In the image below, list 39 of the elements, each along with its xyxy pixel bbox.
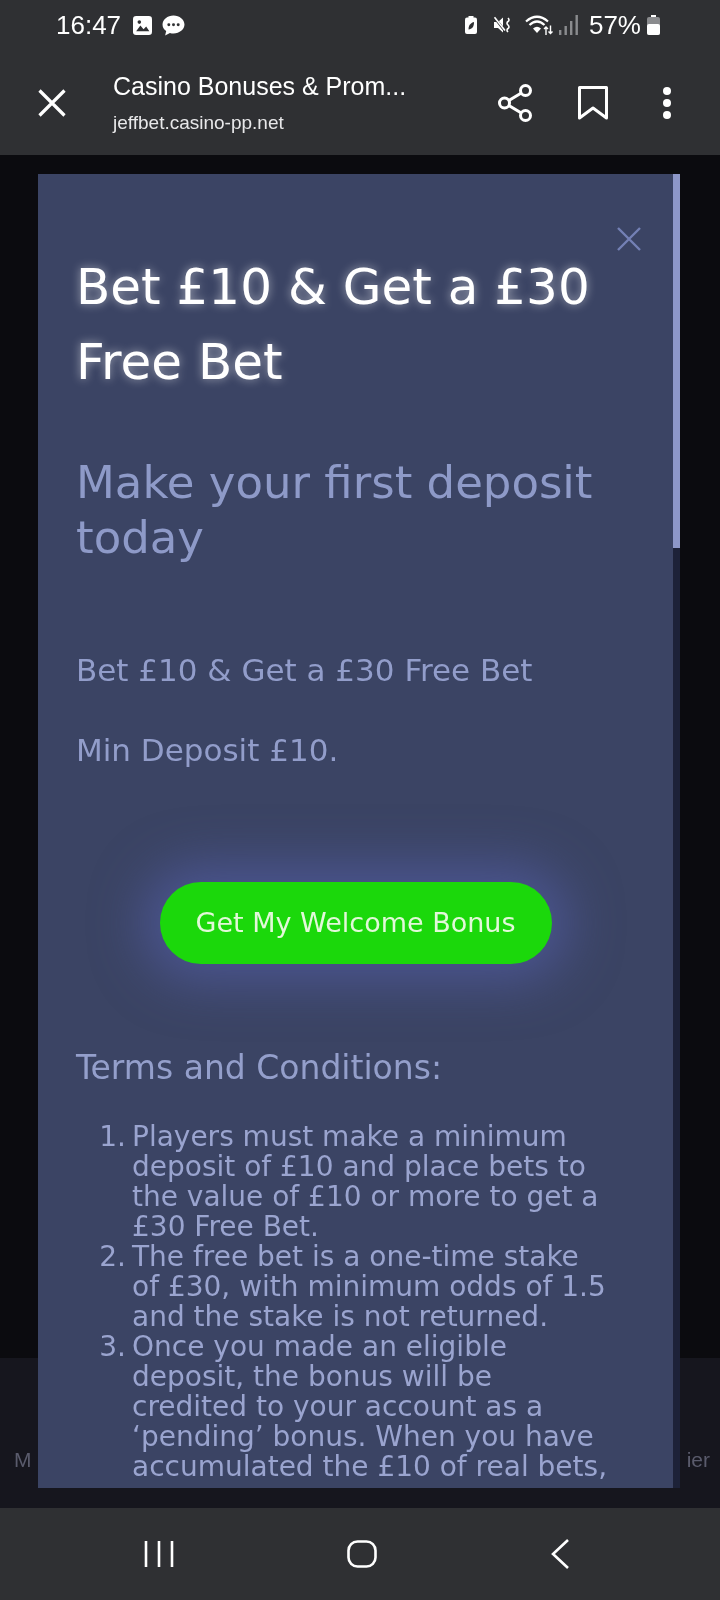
status-time: 16:47 xyxy=(56,10,122,40)
home-button[interactable] xyxy=(347,1540,377,1568)
more-options-icon xyxy=(662,86,672,119)
share-button[interactable] xyxy=(497,83,533,122)
page-title: Casino Bonuses & Prom... xyxy=(113,70,408,101)
back-button[interactable] xyxy=(550,1539,570,1569)
battery-icon xyxy=(647,15,660,35)
mute-vibrate-icon xyxy=(492,16,513,34)
recent-apps-button[interactable] xyxy=(144,1540,174,1568)
terms-heading: Terms and Conditions: xyxy=(76,1047,444,1089)
terms-item: Players must make a minimum deposit of £10 and place bets to the value of £10 or more to get a £30 Free Bet. xyxy=(132,1122,600,1242)
offer-text: Bet £10 & Get a £30 Free Bet xyxy=(76,651,534,690)
battery-percent: 57% xyxy=(588,10,641,40)
footer-text: ier xyxy=(686,1447,710,1473)
bookmark-button[interactable] xyxy=(578,85,608,120)
chat-bubble-icon xyxy=(162,14,186,36)
footer-text: M xyxy=(14,1447,32,1473)
share-icon xyxy=(497,83,533,122)
image-icon xyxy=(133,15,153,35)
terms-item: Once you made an eligible deposit, the bonus will be credited to your account as a ‘pending’ bonus. When you have accumulated the £10 of real bets, xyxy=(132,1332,609,1482)
min-deposit-text: Min Deposit £10. xyxy=(76,731,340,770)
back-icon xyxy=(550,1539,570,1569)
close-icon xyxy=(38,88,66,117)
list-number: 2. xyxy=(98,1242,127,1275)
wifi-icon xyxy=(524,14,553,36)
bookmark-icon xyxy=(578,85,608,120)
list-number: 1. xyxy=(98,1122,127,1155)
more-options-button[interactable] xyxy=(662,86,672,119)
welcome-bonus-button[interactable]: Get My Welcome Bonus xyxy=(159,882,552,964)
signal-icon xyxy=(558,15,579,35)
modal-subtitle: Make your first deposit today xyxy=(76,455,594,565)
battery-saver-icon xyxy=(464,16,477,34)
recent-apps-icon xyxy=(144,1540,174,1568)
home-icon xyxy=(347,1540,377,1568)
close-icon xyxy=(617,227,641,251)
modal-title: Bet £10 & Get a £30 Free Bet xyxy=(76,257,591,393)
page-url: jeffbet.casino-pp.net xyxy=(113,110,285,135)
list-number: 3. xyxy=(98,1332,127,1365)
terms-item: The free bet is a one-time stake of £30, with minimum odds of 1.5 and the stake is not returned. xyxy=(132,1242,607,1332)
